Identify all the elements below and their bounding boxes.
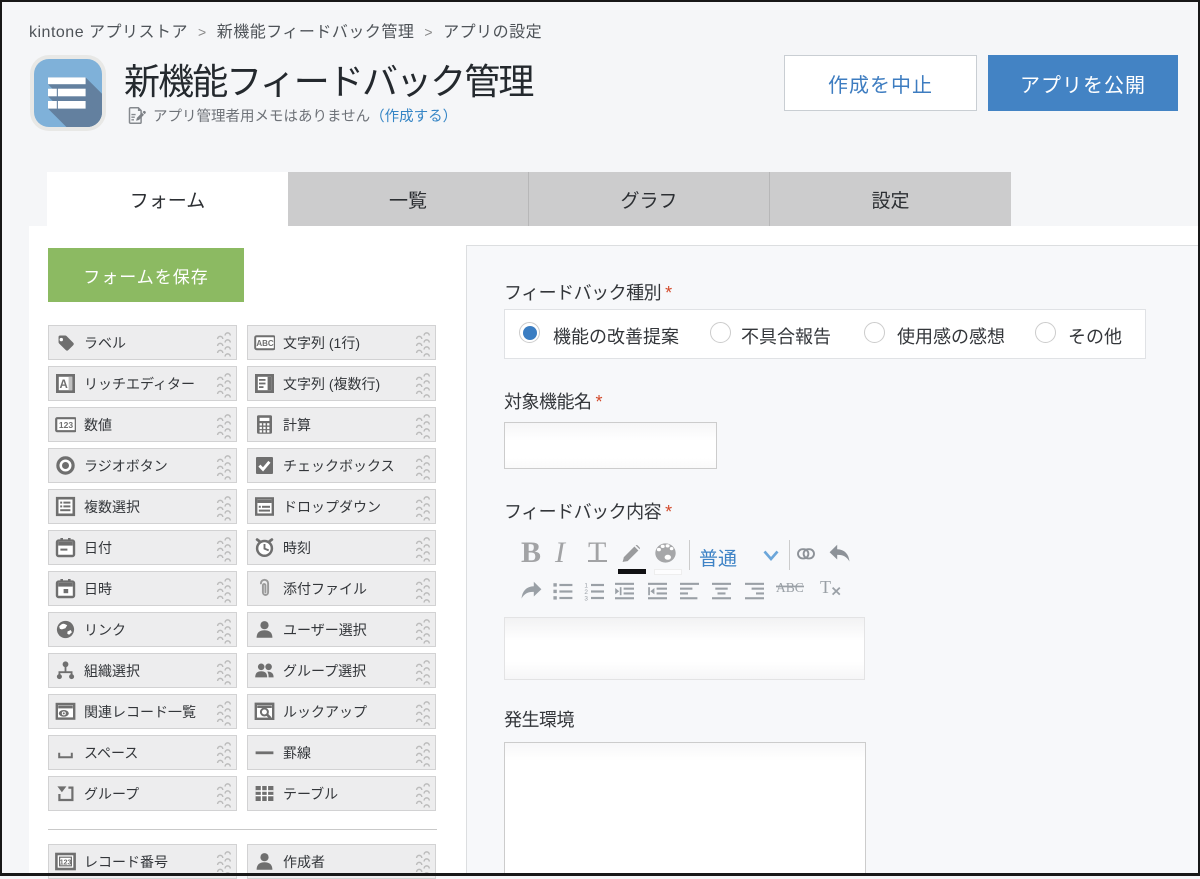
svg-text:A: A <box>59 379 67 391</box>
svg-text:ABC: ABC <box>776 580 804 595</box>
svg-text:T: T <box>820 577 831 597</box>
svg-text:ABC: ABC <box>256 339 274 348</box>
svg-text:123: 123 <box>60 860 72 867</box>
svg-text:123: 123 <box>59 420 73 430</box>
svg-text:3: 3 <box>584 596 588 601</box>
